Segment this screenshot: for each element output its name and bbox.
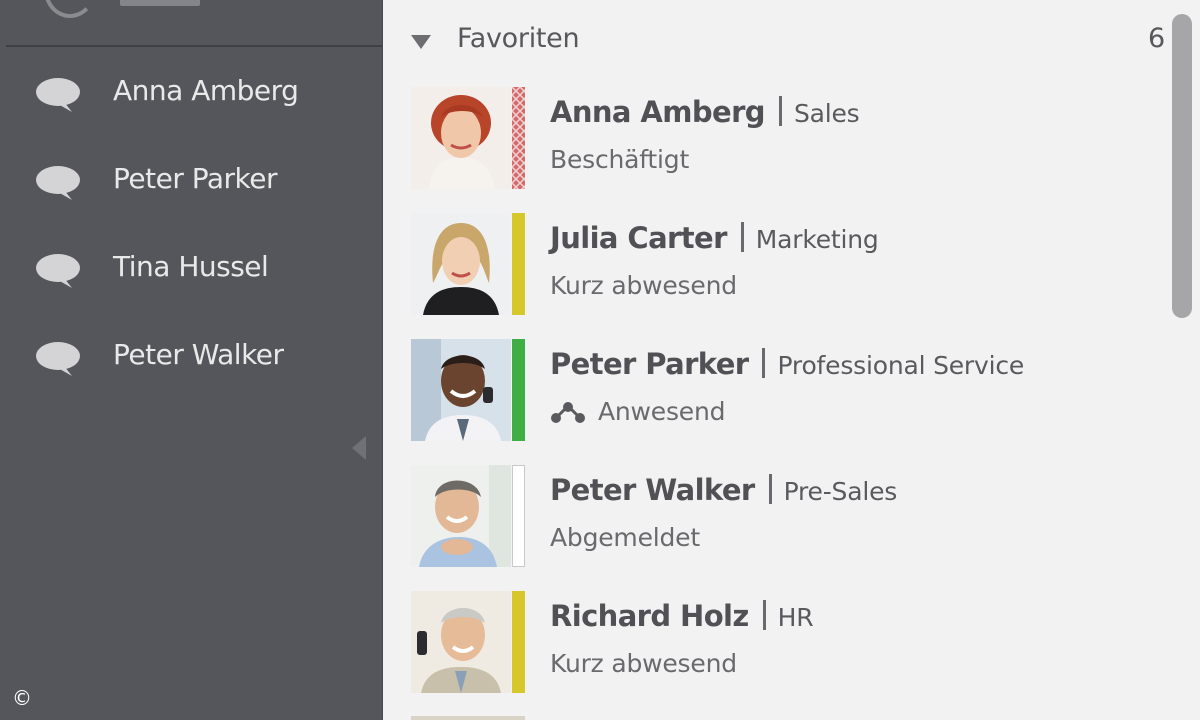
chat-bubble-icon [36,166,80,200]
contact-status: Abgemeldet [550,523,700,552]
chat-bubble-icon [36,78,80,112]
chat-item-label: Peter Walker [113,338,284,371]
sidebar-chats: Anna Amberg Peter Parker Tina Hussel Pet… [0,0,383,720]
separator [762,348,766,378]
presence-bar-away [512,213,525,315]
avatar [411,213,511,315]
separator [762,600,766,630]
contact-name: Richard Holz [550,599,749,633]
chat-item-anna-amberg[interactable]: Anna Amberg [0,50,382,138]
contact-peter-parker[interactable]: Peter Parker Professional Service Anwesen… [411,339,1171,443]
avatar [411,465,511,567]
chat-item-label: Anna Amberg [113,74,299,107]
collapse-sidebar-icon[interactable] [352,436,366,460]
separator [778,96,782,126]
contact-status: Kurz abwesend [550,649,737,678]
copyright-mark: © [12,686,32,710]
avatar-photo-icon [411,591,511,693]
scrollbar-thumb[interactable] [1172,14,1192,318]
chat-item-label: Peter Parker [113,162,277,195]
contact-name: Julia Carter [550,221,727,255]
caret-down-icon [411,35,431,49]
presence-bar-present [512,339,525,441]
contact-department: Professional Service [777,351,1025,380]
avatar-photo-icon [411,213,511,315]
favorites-group-header[interactable]: Favoriten 6 [383,18,1183,64]
separator [740,222,744,252]
group-count: 6 [1148,23,1166,54]
contact-next-partial [411,716,525,720]
avatar [411,87,511,189]
contact-name: Anna Amberg [550,95,766,129]
avatar-photo-icon [411,465,511,567]
contact-julia-carter[interactable]: Julia Carter Marketing Kurz abwesend [411,213,1171,317]
contacts-pane: Favoriten 6 Anna Amberg Sales Beschäftig… [383,0,1200,720]
contact-name: Peter Parker [550,347,749,381]
contact-richard-holz[interactable]: Richard Holz HR Kurz abwesend [411,591,1171,695]
contact-status: Kurz abwesend [550,271,737,300]
contact-status: Anwesend [598,397,726,426]
avatar-photo-icon [411,339,511,441]
chat-item-peter-walker[interactable]: Peter Walker [0,314,382,402]
chat-bubble-icon [36,254,80,288]
group-title: Favoriten [457,23,580,54]
contact-department: Pre-Sales [783,477,898,506]
logo-icon [44,0,96,18]
contact-name: Peter Walker [550,473,755,507]
chat-list: Anna Amberg Peter Parker Tina Hussel Pet… [0,50,382,402]
chat-item-tina-hussel[interactable]: Tina Hussel [0,226,382,314]
contact-anna-amberg[interactable]: Anna Amberg Sales Beschäftigt [411,87,1171,191]
contact-status: Beschäftigt [550,145,690,174]
avatar [411,591,511,693]
chat-item-peter-parker[interactable]: Peter Parker [0,138,382,226]
chat-item-label: Tina Hussel [113,250,269,283]
presence-bar-away [512,591,525,693]
sidebar-header [6,0,382,47]
share-icon [551,401,585,423]
presence-bar-offline [512,465,525,567]
contact-department: Sales [793,99,860,128]
separator [768,474,772,504]
chat-bubble-icon [36,342,80,376]
presence-bar-busy [512,87,525,189]
contact-department: Marketing [755,225,879,254]
avatar-photo-icon [411,87,511,189]
app-window: Anna Amberg Peter Parker Tina Hussel Pet… [0,0,1200,720]
contact-peter-walker[interactable]: Peter Walker Pre-Sales Abgemeldet [411,465,1171,569]
logo-text-fragment [120,0,200,6]
contact-department: HR [777,603,814,632]
avatar [411,339,511,441]
